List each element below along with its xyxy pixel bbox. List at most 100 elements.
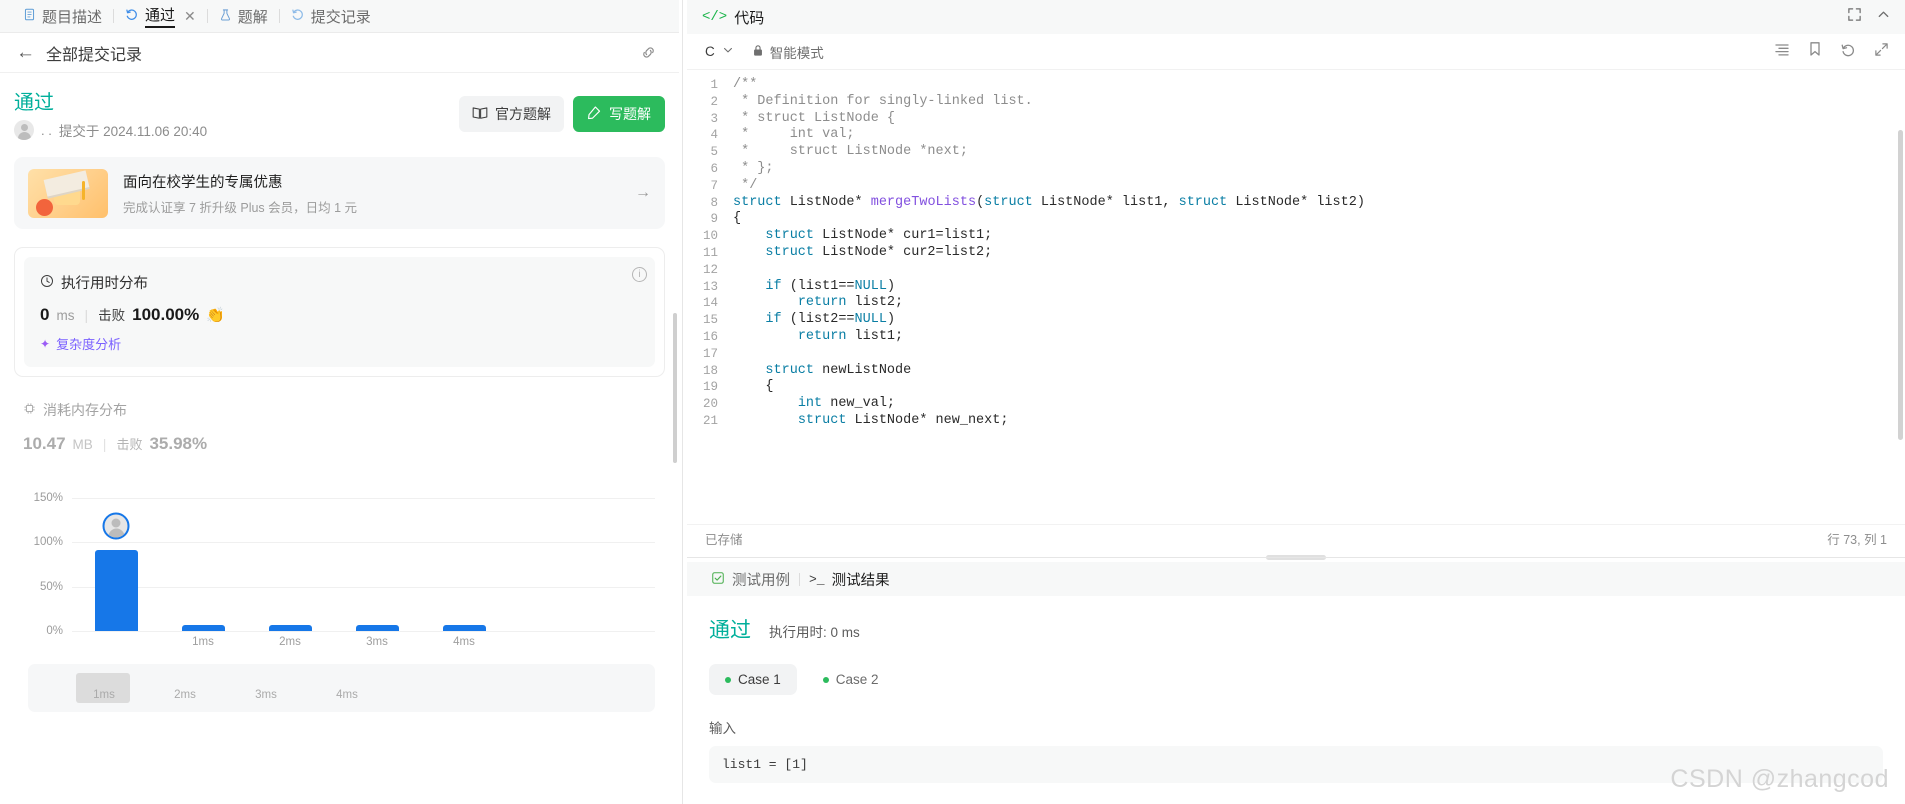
language-label: C [705,44,715,59]
memory-stats-card: 消耗内存分布 10.47 MB | 击败 35.98% [14,400,665,454]
result-runtime: 执行用时: 0 ms [769,625,860,640]
pencil-icon [587,105,602,123]
tab-solutions[interactable]: 题解 [210,0,277,33]
result-header: 测试用例 >_ 测试结果 [687,562,1905,596]
input-value-box[interactable]: list1 = [1] [709,746,1883,783]
code-line: 1 /** [687,77,1905,94]
panel-horizontal-divider[interactable] [687,553,1905,562]
code-text: if (list1==NULL) [765,278,896,294]
promo-banner[interactable]: 面向在校学生的专属优惠 完成认证享 7 折升级 Plus 会员，日均 1 元 → [14,157,665,229]
official-solution-button[interactable]: 官方题解 [459,96,564,132]
tab-testcase[interactable]: 测试用例 [702,569,799,590]
left-panel-scrollbar[interactable] [673,313,677,463]
avatar[interactable] [14,120,34,140]
status-dot-icon [822,676,829,683]
chart-minimap[interactable]: 1ms 2ms 3ms 4ms [28,664,655,712]
tab-submission-records[interactable]: 提交记录 [282,0,380,33]
chart-bar[interactable] [181,625,225,631]
case-tab-2[interactable]: Case 2 [807,664,895,695]
status-dot-icon [725,676,731,683]
code-text: { [733,379,774,395]
chart-bar[interactable] [94,549,138,631]
code-line: 18 struct newListNode [687,363,1905,380]
case-tab-1[interactable]: Case 1 [709,664,797,695]
bookmark-icon[interactable] [1808,41,1822,62]
submitter-row: . . 提交于 2024.11.06 20:40 [14,120,459,140]
result-verdict-row: 通过 执行用时: 0 ms [709,614,1883,644]
chart-x-tick: 1ms [192,636,214,648]
terminal-icon: >_ [809,571,825,587]
info-icon[interactable]: i [632,267,647,282]
chevron-down-icon [722,44,734,59]
back-arrow-icon[interactable]: ← [16,43,35,62]
runtime-heading: 执行用时分布 [61,276,148,292]
line-number: 10 [702,229,718,244]
write-solution-button[interactable]: 写题解 [573,96,665,132]
code-line: 12 [687,262,1905,279]
line-number: 4 [710,128,718,143]
minimap-x-tick: 3ms [255,689,277,701]
code-text: struct newListNode [765,362,912,378]
code-line: 20 int new_val; [687,396,1905,413]
tab-bar: 题目描述 通过 ✕ 题解 提交记录 [0,0,679,33]
panel-vertical-divider[interactable] [679,0,687,804]
chart-bar[interactable] [355,625,399,631]
code-header-title: </> 代码 [702,7,764,28]
tab-problem-description[interactable]: 题目描述 [14,0,111,33]
language-selector[interactable]: C [705,44,734,59]
expand-icon[interactable] [1874,42,1889,62]
chevron-up-icon[interactable] [1876,7,1891,27]
smart-mode-toggle[interactable]: 智能模式 [752,42,824,62]
code-line: 4 * int val; [687,127,1905,144]
memory-heading: 消耗内存分布 [43,402,127,418]
code-text: return list1; [797,328,904,344]
code-text: * Definition for singly-linked list. [733,93,1033,109]
tab-divider [278,9,280,23]
promo-text: 面向在校学生的专属优惠 完成认证享 7 折升级 Plus 会员，日均 1 元 [123,171,620,216]
chevron-right-icon[interactable]: → [635,184,651,202]
code-editor-card: </> 代码 C 智能模式 1 /** 2 * Definition for s… [687,0,1905,553]
code-text: struct ListNode* cur2=list2; [765,244,993,260]
close-icon[interactable]: ✕ [184,8,196,25]
chart-x-tick: 2ms [279,636,301,648]
minimap-x-tick: 2ms [174,689,196,701]
code-line: 6 * }; [687,161,1905,178]
code-editor-scrollbar[interactable] [1898,130,1903,440]
chart-y-tick: 100% [33,536,63,549]
line-number: 18 [702,363,718,378]
left-scroll-area[interactable]: 通过 . . 提交于 2024.11.06 20:40 官方题解 写题解 面向在… [0,73,679,804]
memory-heading-row: 消耗内存分布 [23,400,656,420]
clap-emoji-icon: 👏 [206,307,225,324]
line-number: 9 [710,212,718,227]
chart-y-tick: 50% [39,580,63,593]
code-header-actions [1847,7,1891,27]
sparkle-icon: ✦ [40,336,51,351]
code-header: </> 代码 [687,0,1905,34]
code-toolbar: C 智能模式 [687,34,1905,70]
result-status-badge: 通过 [709,619,751,642]
tab-testresult[interactable]: >_ 测试结果 [800,569,899,590]
tab-label: 提交记录 [310,8,371,26]
fullscreen-icon[interactable] [1847,7,1862,27]
chart-x-tick: 4ms [453,636,475,648]
tab-accepted[interactable]: 通过 ✕ [116,0,205,33]
chart-gridline [72,631,655,632]
case-tabs: Case 1 Case 2 [709,664,1883,695]
code-editor-body[interactable]: 1 /** 2 * Definition for singly-linked lis… [687,70,1905,524]
flask-icon [219,8,232,25]
code-line: 9{ [687,211,1905,228]
format-icon[interactable] [1774,41,1790,62]
undo-icon[interactable] [1840,41,1856,62]
memory-value-row: 10.47 MB | 击败 35.98% [23,434,656,454]
submit-timestamp: 提交于 2024.11.06 20:40 [58,124,208,139]
chart-bar[interactable] [268,625,312,631]
user-avatar-marker[interactable] [102,512,130,540]
link-icon[interactable] [640,44,657,66]
chart-bar[interactable] [442,625,486,631]
code-text: if (list2==NULL) [765,312,896,328]
graduation-cap-image [28,168,108,218]
complexity-analysis-link[interactable]: ✦ 复杂度分析 [40,334,639,353]
code-text: * struct ListNode { [733,110,896,126]
code-header-label: 代码 [734,9,765,27]
chart-plot-area[interactable]: 150% 100% 50% 0% 1ms 2ms 3ms 4ms [34,476,655,648]
